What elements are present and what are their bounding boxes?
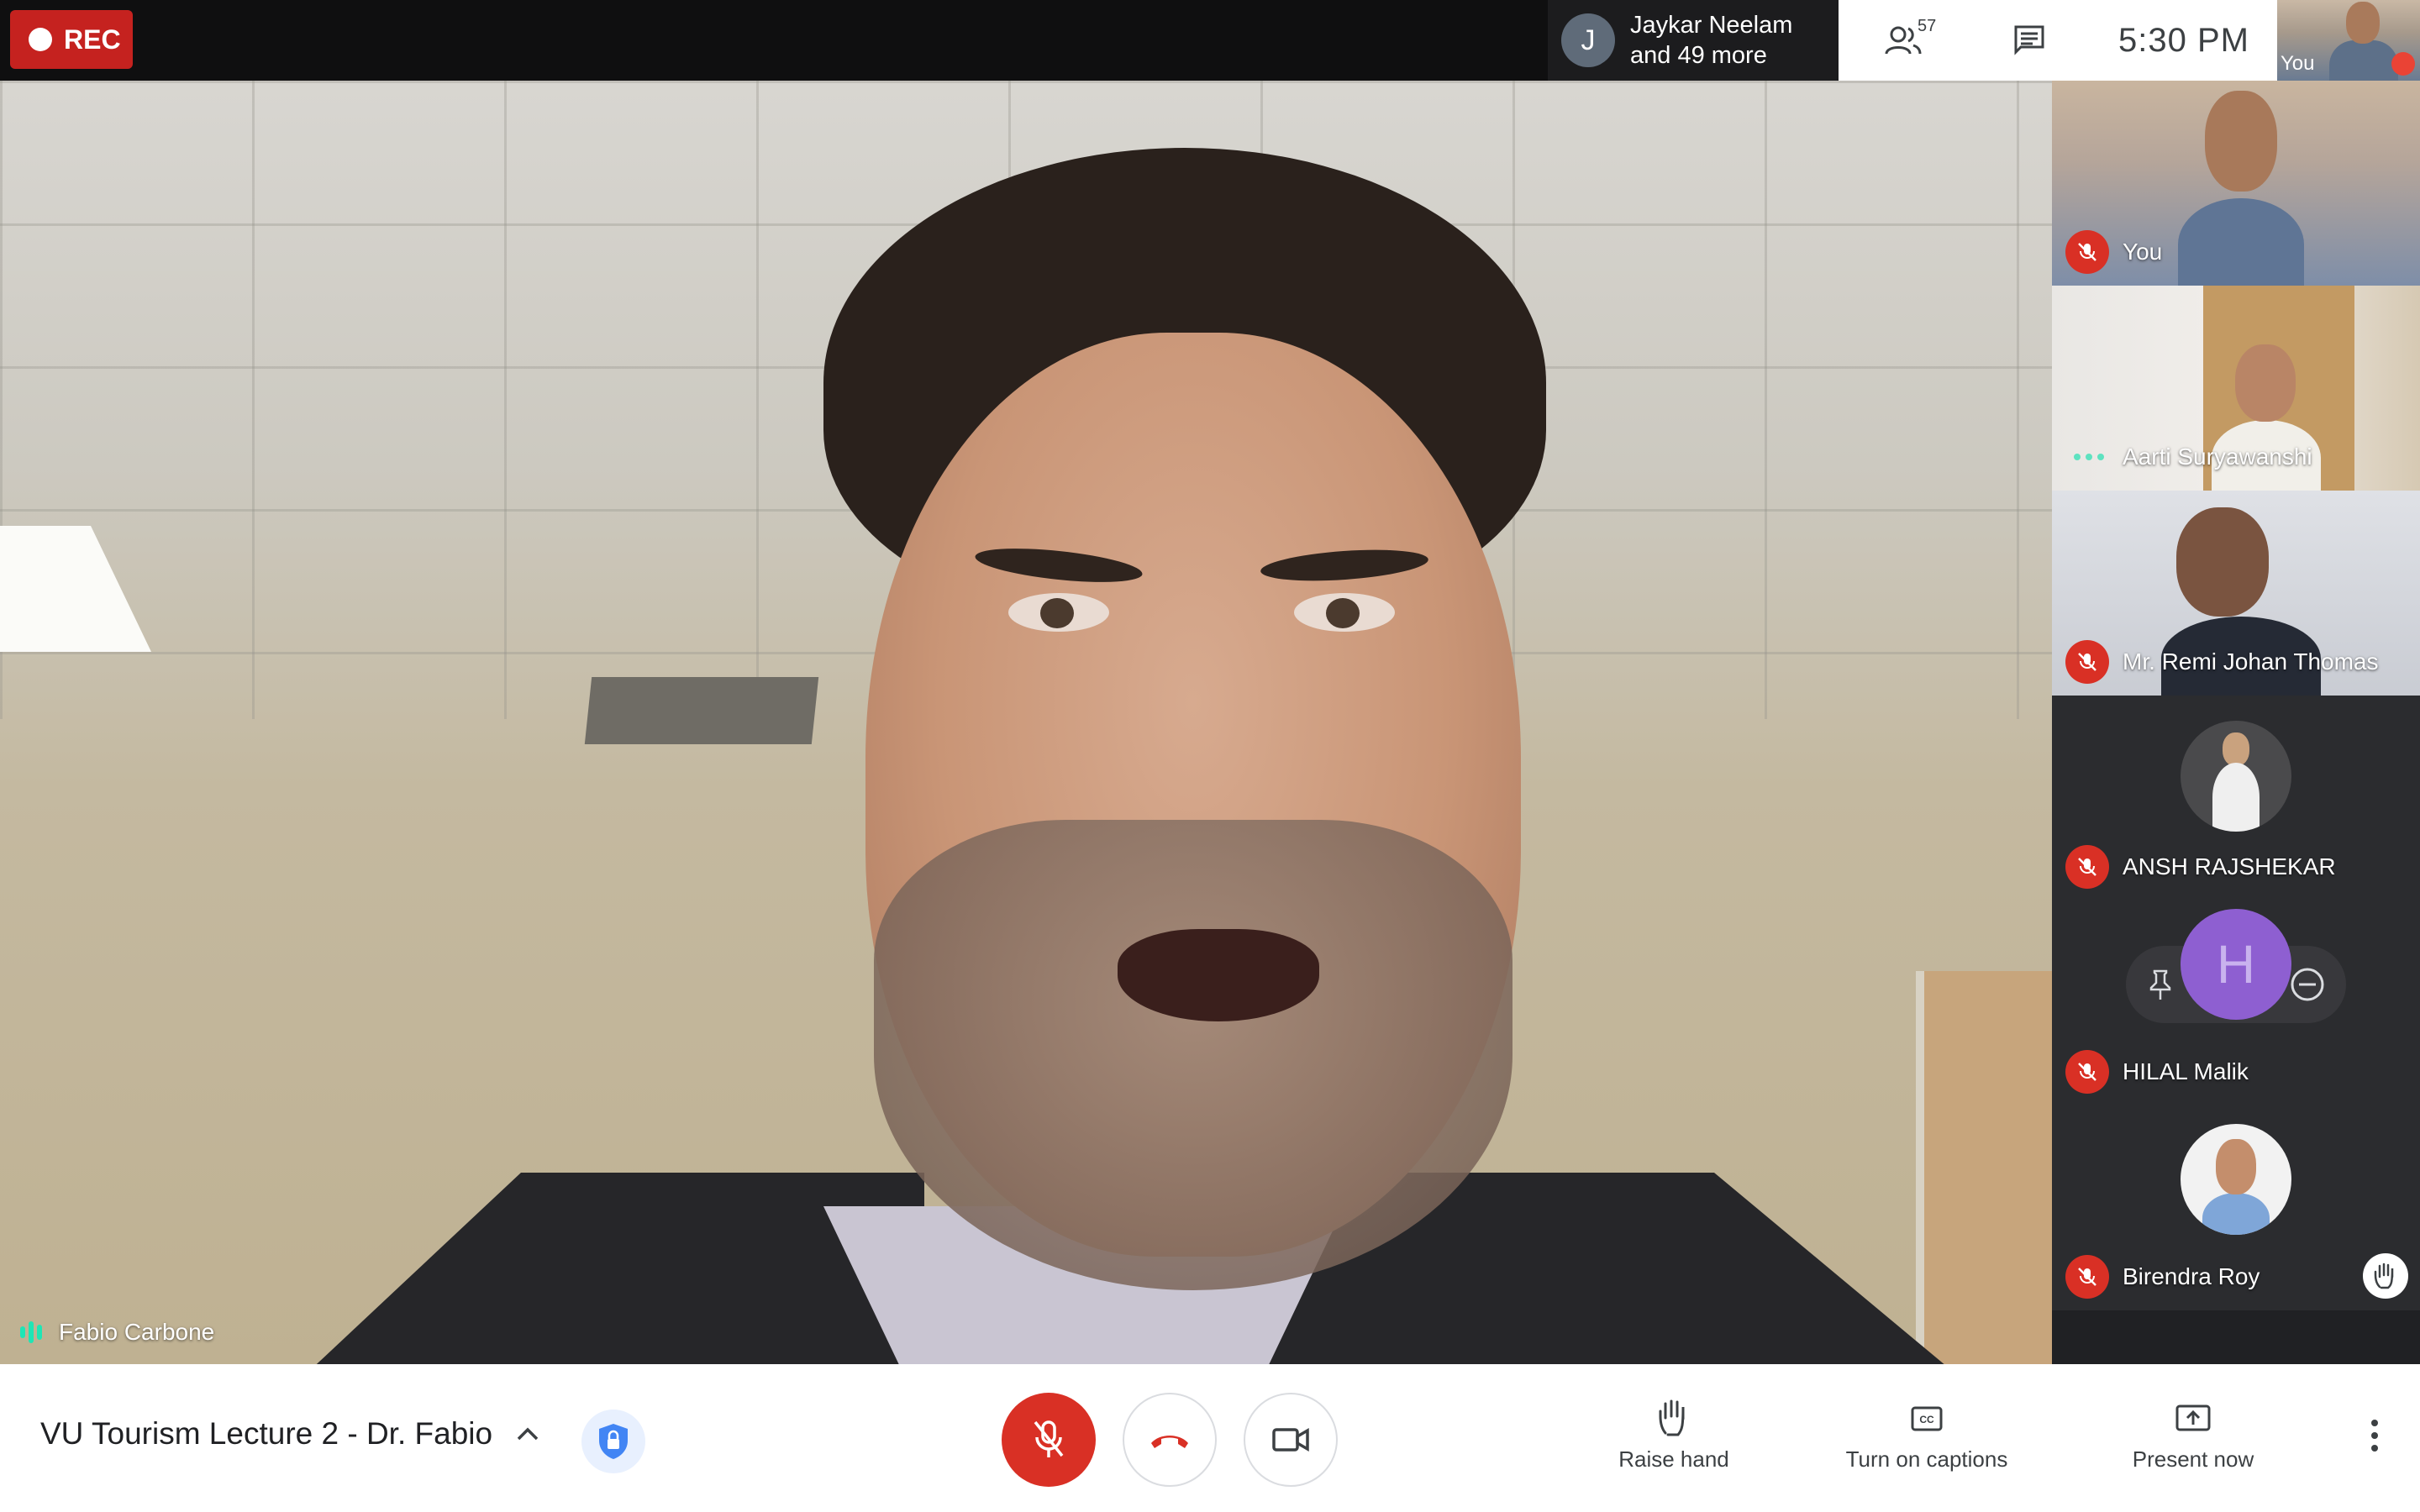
meeting-details-button[interactable]: VU Tourism Lecture 2 - Dr. Fabio bbox=[40, 1416, 539, 1452]
mic-off-icon bbox=[2065, 845, 2109, 889]
participant-name: Mr. Remi Johan Thomas bbox=[2123, 648, 2379, 675]
participant-count: 57 bbox=[1918, 17, 1937, 35]
shield-icon bbox=[599, 1424, 628, 1459]
recording-badge: REC bbox=[10, 10, 133, 69]
more-options-button[interactable] bbox=[2358, 1420, 2391, 1470]
people-icon bbox=[1885, 26, 1922, 55]
chevron-up-icon bbox=[517, 1427, 539, 1441]
captions-button[interactable]: CC Turn on captions bbox=[1837, 1398, 2017, 1473]
meeting-safety-button[interactable] bbox=[581, 1410, 645, 1473]
present-icon bbox=[2175, 1404, 2211, 1431]
mic-off-icon bbox=[1034, 1420, 1064, 1457]
chat-button[interactable] bbox=[1968, 0, 2091, 81]
meeting-title: VU Tourism Lecture 2 - Dr. Fabio bbox=[40, 1416, 493, 1451]
participant-name: ANSH RAJSHEKAR bbox=[2123, 853, 2336, 879]
svg-text:CC: CC bbox=[1919, 1414, 1934, 1425]
participant-name: Aarti Suryawanshi bbox=[2123, 444, 2312, 470]
participant-tile-birendra[interactable]: Birendra Roy bbox=[2052, 1105, 2420, 1310]
speaking-indicator-icon bbox=[20, 1321, 42, 1343]
participant-tile-aarti[interactable]: Aarti Suryawanshi bbox=[2052, 286, 2420, 491]
show-everyone-button[interactable]: 57 bbox=[1839, 0, 1968, 81]
captions-label: Turn on captions bbox=[1845, 1446, 2008, 1472]
self-preview-label: You bbox=[2281, 52, 2315, 75]
mic-off-icon bbox=[2391, 52, 2415, 76]
captions-icon: CC bbox=[1911, 1406, 1943, 1431]
main-video[interactable]: Fabio Carbone bbox=[0, 81, 2052, 1364]
participants-chip-line1: Jaykar Neelam bbox=[1630, 12, 1793, 39]
participant-name: Birendra Roy bbox=[2123, 1263, 2260, 1289]
more-vert-icon bbox=[2371, 1420, 2378, 1452]
participants-chip[interactable]: J Jaykar Neelam and 49 more bbox=[1548, 0, 1839, 81]
speaker-name: Fabio Carbone bbox=[59, 1319, 215, 1345]
raise-hand-button[interactable]: Raise hand bbox=[1615, 1398, 1733, 1473]
speaker-label: Fabio Carbone bbox=[20, 1319, 214, 1346]
camera-icon bbox=[1272, 1427, 1309, 1452]
participants-chip-line2: and 49 more bbox=[1630, 42, 1767, 69]
participant-tile-remi[interactable]: Mr. Remi Johan Thomas bbox=[2052, 491, 2420, 696]
mic-off-icon bbox=[2065, 230, 2109, 274]
participant-tile-ansh[interactable]: ANSH RAJSHEKAR bbox=[2052, 696, 2420, 900]
hangup-icon bbox=[1151, 1436, 1188, 1448]
clock: 5:30 PM bbox=[2118, 21, 2249, 59]
top-actions: 57 5:30 PM bbox=[1839, 0, 2277, 81]
participant-name: HILAL Malik bbox=[2123, 1058, 2249, 1084]
camera-toggle-button[interactable] bbox=[1244, 1393, 1338, 1487]
participant-tile-hilal[interactable]: H HILAL Malik bbox=[2052, 900, 2420, 1105]
mic-off-icon bbox=[2065, 1050, 2109, 1094]
leave-call-button[interactable] bbox=[1123, 1393, 1217, 1487]
mic-off-icon bbox=[2065, 640, 2109, 684]
mic-toggle-button[interactable] bbox=[1002, 1393, 1096, 1487]
participant-name: You bbox=[2123, 239, 2163, 265]
present-now-button[interactable]: Present now bbox=[2126, 1398, 2260, 1473]
present-label: Present now bbox=[2132, 1446, 2254, 1472]
pin-icon[interactable] bbox=[2146, 968, 2175, 1001]
hand-icon bbox=[2363, 1253, 2408, 1299]
avatar bbox=[2181, 1124, 2291, 1235]
remove-icon[interactable] bbox=[2289, 966, 2326, 1003]
participant-rail: You Aarti Suryawanshi Mr. Remi Johan Tho… bbox=[2052, 81, 2420, 1364]
self-preview[interactable]: You bbox=[2277, 0, 2420, 81]
mic-off-icon bbox=[2065, 1255, 2109, 1299]
avatar: J bbox=[1561, 13, 1615, 67]
raise-hand-label: Raise hand bbox=[1618, 1446, 1729, 1472]
top-bar: REC J Jaykar Neelam and 49 more 57 5:30 … bbox=[0, 0, 2420, 81]
record-dot-icon bbox=[29, 28, 52, 51]
avatar bbox=[2181, 721, 2291, 832]
bottom-bar: VU Tourism Lecture 2 - Dr. Fabio Raise h… bbox=[0, 1364, 2420, 1512]
recording-label: REC bbox=[64, 24, 121, 55]
avatar: H bbox=[2181, 909, 2291, 1020]
participant-tile-you[interactable]: You bbox=[2052, 81, 2420, 286]
speaking-indicator-icon bbox=[2074, 454, 2104, 460]
chat-icon bbox=[2014, 25, 2044, 55]
hand-icon bbox=[1659, 1399, 1685, 1436]
